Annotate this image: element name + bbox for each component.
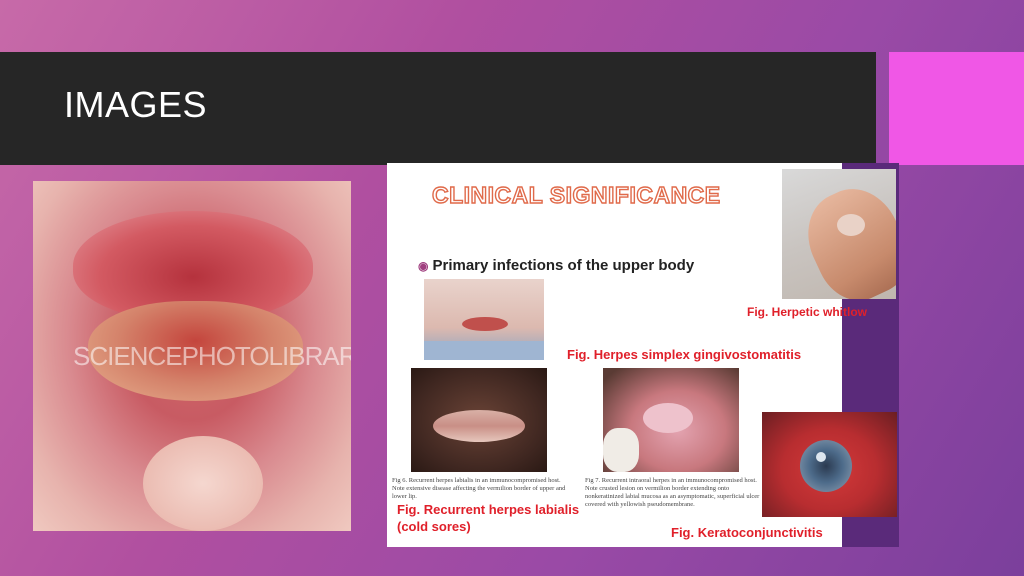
bullet-icon: ◉ <box>418 259 429 273</box>
accent-block <box>889 52 1024 165</box>
caption-labialis-line1: Fig. Recurrent herpes labialis <box>397 502 580 517</box>
herpetic-whitlow-photo <box>782 169 896 299</box>
photo-watermark: SCIENCEPHOTOLIBRARY <box>73 341 351 371</box>
lip-lesion-photo: SCIENCEPHOTOLIBRARY <box>33 181 351 531</box>
caption-gingivostomatitis: Fig. Herpes simplex gingivostomatitis <box>567 347 802 362</box>
caption-herpetic-whitlow: Fig. Herpetic whitlow <box>747 305 868 319</box>
chin <box>143 436 263 531</box>
fig7-caption-text: Fig 7. Recurrent intraoral herpes in an … <box>585 477 760 508</box>
fig6-caption-text: Fig 6. Recurrent herpes labialis in an i… <box>392 477 566 500</box>
keratoconjunctivitis-photo <box>762 412 897 517</box>
intraoral-herpes-photo <box>603 368 739 472</box>
bullet-text: Primary infections of the upper body <box>432 257 695 274</box>
caption-labialis-line2: (cold sores) <box>397 519 471 534</box>
recurrent-labialis-photo <box>411 368 547 472</box>
child-face-photo <box>424 279 544 360</box>
panel-heading: CLINICAL SIGNIFICANCE <box>431 181 721 208</box>
bullet-item: ◉ Primary infections of the upper body <box>418 257 694 274</box>
slide-title: IMAGES <box>64 84 208 125</box>
caption-keratoconjunctivitis: Fig. Keratoconjunctivitis <box>671 525 823 540</box>
